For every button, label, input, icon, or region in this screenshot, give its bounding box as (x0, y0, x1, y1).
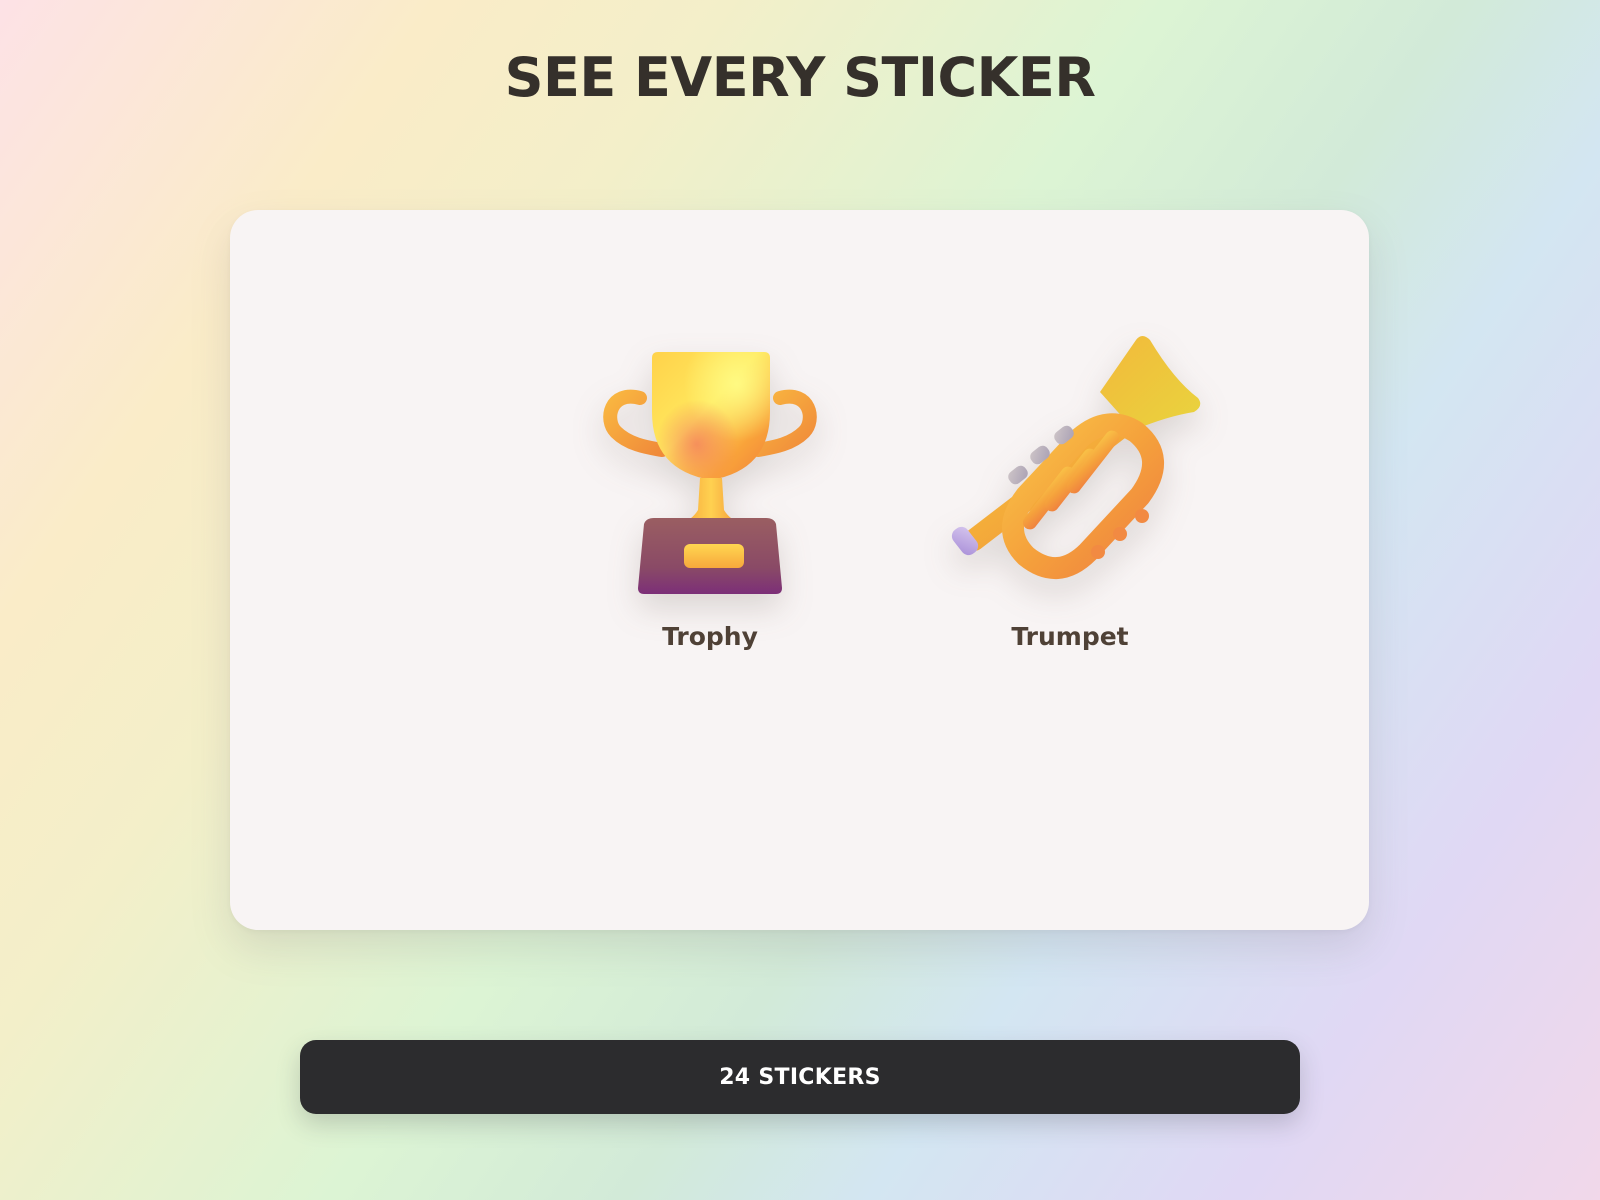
sticker-count-label: 24 STICKERS (719, 1064, 881, 1090)
sticker-grid-card: Trophy Trumpet (230, 210, 1369, 930)
sticker-count-button[interactable]: 24 STICKERS (300, 1040, 1300, 1114)
sticker-label: Trumpet (1011, 622, 1129, 651)
page-title: SEE EVERY STICKER (504, 46, 1096, 109)
sticker-item-trumpet[interactable]: Trumpet (930, 320, 1210, 680)
trumpet-icon (951, 336, 1201, 580)
sticker-label: Trophy (662, 622, 758, 651)
sticker-item-trophy[interactable]: Trophy (570, 320, 850, 680)
trophy-icon (603, 352, 817, 594)
